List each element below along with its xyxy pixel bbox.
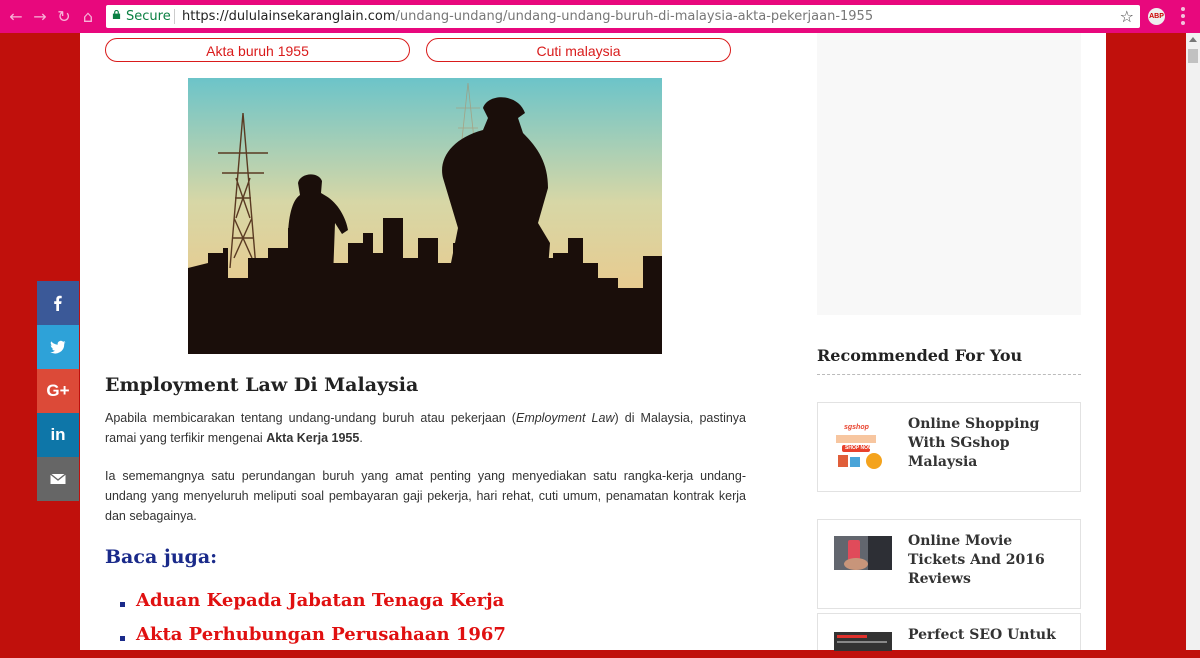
recommended-divider [817,374,1081,375]
linkedin-icon: in [50,425,66,444]
share-linkedin-button[interactable]: in [37,413,79,457]
scrollbar-thumb[interactable] [1188,49,1198,63]
envelope-icon [50,473,66,484]
share-twitter-button[interactable] [37,325,79,369]
share-google-plus-button[interactable]: G+ [37,369,79,413]
lock-icon [112,10,121,19]
hero-image [188,78,662,354]
share-email-button[interactable] [37,457,79,501]
thumb-shop-now-text: SHOP NOW [845,445,873,451]
facebook-icon [54,295,62,311]
page-scrollbar[interactable] [1186,33,1200,650]
card-title[interactable]: Perfect SEO Untuk [908,626,1068,645]
list-item: Akta Perhubungan Perusahaan 1967 [120,624,506,658]
related-link-akta-perhubungan[interactable]: Akta Perhubungan Perusahaan 1967 [136,624,506,645]
reload-icon[interactable]: ↻ [54,7,74,27]
recommended-card-sgshop[interactable]: sgshop SHOP NOW Online Shopping With SGs… [817,402,1081,492]
back-icon[interactable]: ← [6,7,26,27]
url-text[interactable]: https://dululainsekaranglain.com/undang-… [182,9,873,24]
forward-icon[interactable]: → [30,7,50,27]
card-thumbnail [834,632,892,651]
workers-silhouette-image [188,78,662,354]
scroll-up-arrow-icon[interactable] [1189,37,1197,42]
card-title[interactable]: Online Movie Tickets And 2016 Reviews [908,532,1068,589]
tag-akta-buruh[interactable]: Akta buruh 1955 [105,38,410,62]
address-separator [174,9,175,24]
share-facebook-button[interactable] [37,281,79,325]
card-thumbnail [834,536,892,570]
browser-toolbar: ← → ↻ ⌂ Secure https://dululainsekarangl… [0,0,1200,33]
article-title: Employment Law Di Malaysia [105,374,419,396]
address-bar[interactable]: Secure https://dululainsekaranglain.com/… [106,5,1140,28]
bookmark-star-icon[interactable]: ☆ [1120,7,1134,26]
secure-label: Secure [126,9,171,24]
related-links-list: Aduan Kepada Jabatan Tenaga Kerja Akta P… [120,590,506,658]
browser-menu-icon[interactable] [1180,7,1186,27]
article-paragraph-1: Apabila membicarakan tentang undang-unda… [105,411,747,445]
card-thumbnail: sgshop SHOP NOW [834,423,892,473]
url-path: /undang-undang/undang-undang-buruh-di-ma… [395,9,874,24]
list-item: Aduan Kepada Jabatan Tenaga Kerja [120,590,506,624]
home-icon[interactable]: ⌂ [78,7,98,27]
twitter-icon [50,340,66,354]
related-link-aduan[interactable]: Aduan Kepada Jabatan Tenaga Kerja [136,590,504,611]
card-title[interactable]: Online Shopping With SGshop Malaysia [908,415,1068,472]
url-domain: https://dululainsekaranglain.com [182,9,396,24]
baca-juga-heading: Baca juga: [105,546,218,568]
article-paragraph-2: Ia sememangnya satu perundangan buruh ya… [105,469,746,523]
recommended-card-seo[interactable]: Perfect SEO Untuk [817,613,1081,651]
recommended-card-movie[interactable]: Online Movie Tickets And 2016 Reviews [817,519,1081,609]
adblock-extension-icon[interactable]: ABP [1148,8,1165,25]
google-plus-icon: G+ [46,381,70,400]
tag-cuti-malaysia[interactable]: Cuti malaysia [426,38,731,62]
recommended-heading: Recommended For You [817,346,1023,365]
thumb-brand-text: sgshop [844,424,869,431]
sidebar-ad-placeholder [817,33,1081,315]
